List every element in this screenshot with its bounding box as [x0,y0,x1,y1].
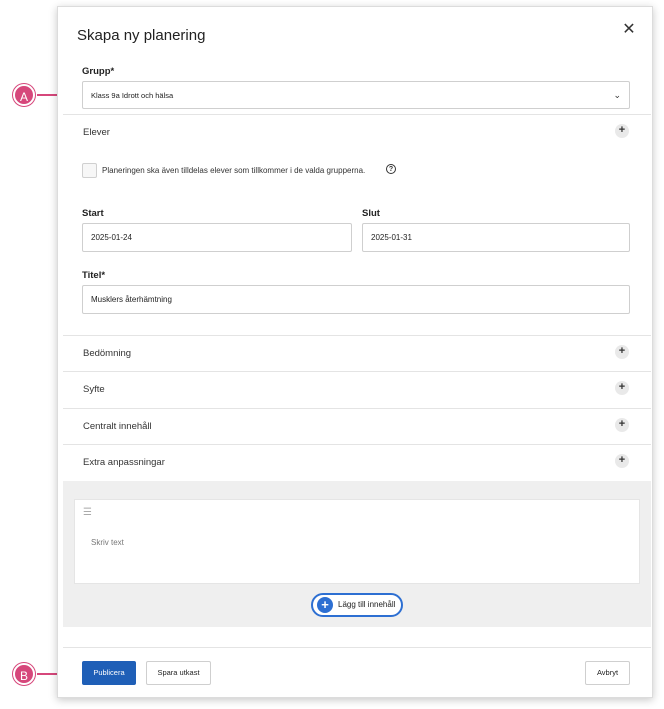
create-planning-dialog: Skapa ny planering ✕ Grupp* Klass 9a Idr… [57,6,653,698]
title-input[interactable]: Musklers återhämtning [82,285,630,314]
start-date-input[interactable]: 2025-01-24 [82,223,352,252]
close-icon[interactable]: ✕ [620,21,638,39]
start-label: Start [82,208,104,219]
title-label: Titel* [82,270,106,281]
end-label: Slut [362,208,380,219]
callout-a: A [13,84,35,106]
section-purpose-label: Syfte [83,384,105,395]
text-editor[interactable]: ☰ Skriv text [74,499,640,584]
section-students[interactable]: Elever + [63,114,651,151]
group-select-value: Klass 9a Idrott och hälsa [91,91,174,100]
footer-divider [63,647,651,648]
text-format-icon[interactable]: ☰ [83,507,92,518]
end-date-input[interactable]: 2025-01-31 [362,223,630,252]
plus-icon[interactable]: + [615,124,629,138]
callout-b: B [13,663,35,685]
plus-icon[interactable]: + [615,345,629,359]
plus-icon[interactable]: + [615,418,629,432]
group-select[interactable]: Klass 9a Idrott och hälsa ⌄ [82,81,630,109]
section-core-content-label: Centralt innehåll [83,421,152,432]
publish-button[interactable]: Publicera [82,661,136,685]
section-assessment[interactable]: Bedömning + [63,335,651,372]
plus-icon[interactable]: + [615,381,629,395]
section-core-content[interactable]: Centralt innehåll + [63,408,651,445]
cancel-button[interactable]: Avbryt [585,661,630,685]
section-assessment-label: Bedömning [83,348,132,359]
section-extra-adjustments[interactable]: Extra anpassningar + [63,444,651,481]
add-circle-icon: + [317,597,333,613]
plus-icon[interactable]: + [615,454,629,468]
editor-placeholder: Skriv text [91,538,124,547]
section-purpose[interactable]: Syfte + [63,371,651,408]
section-extra-adjustments-label: Extra anpassningar [83,457,165,468]
help-icon[interactable]: ? [386,164,396,174]
chevron-down-icon: ⌄ [613,90,621,100]
group-label: Grupp* [82,66,115,77]
content-area: ☰ Skriv text + Lägg till innehåll [63,481,651,627]
save-draft-button[interactable]: Spara utkast [146,661,211,685]
assign-new-students-label: Planeringen ska även tilldelas elever so… [102,166,366,175]
dialog-title: Skapa ny planering [77,27,206,44]
section-students-label: Elever [83,127,110,138]
assign-new-students-checkbox[interactable] [82,163,97,178]
add-content-label: Lägg till innehåll [338,600,396,609]
add-content-button[interactable]: + Lägg till innehåll [311,593,403,617]
